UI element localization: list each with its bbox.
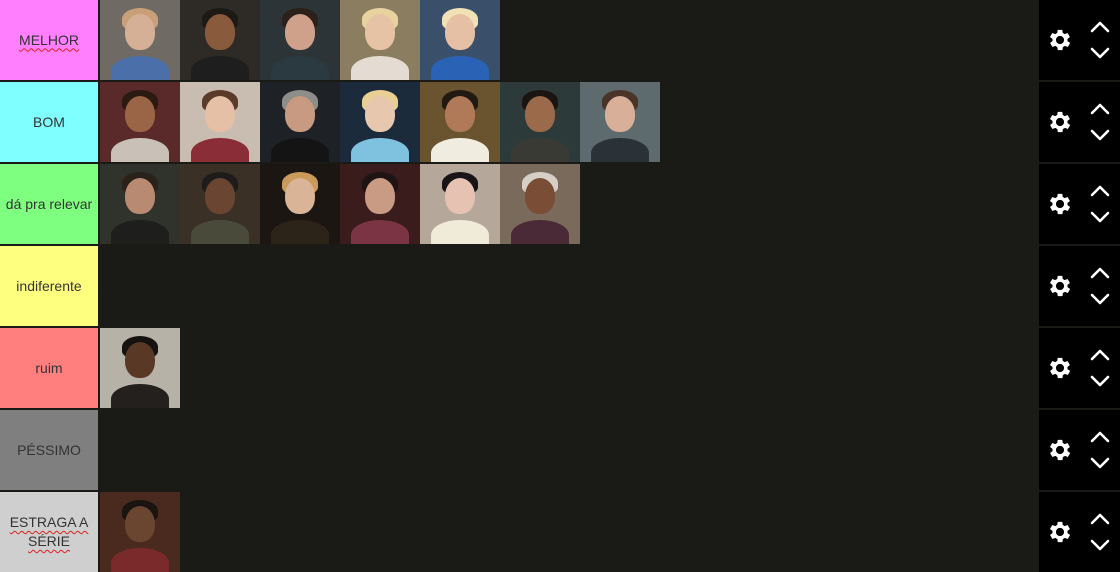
chevron-up-icon[interactable] <box>1088 102 1112 116</box>
chevron-down-icon[interactable] <box>1088 538 1112 552</box>
tier-label-text: indiferente <box>16 277 82 294</box>
character-3-image[interactable] <box>260 0 340 80</box>
chevron-down-icon[interactable] <box>1088 128 1112 142</box>
tier-controls <box>1040 164 1120 244</box>
tier-controls <box>1040 410 1120 490</box>
chevron-up-icon[interactable] <box>1088 348 1112 362</box>
tier-controls <box>1040 492 1120 572</box>
chevron-up-icon[interactable] <box>1088 430 1112 444</box>
gear-icon[interactable] <box>1040 164 1080 244</box>
chevron-up-icon[interactable] <box>1088 512 1112 526</box>
character-14-image[interactable] <box>180 164 260 244</box>
chevron-down-icon[interactable] <box>1088 374 1112 388</box>
chevron-down-icon[interactable] <box>1088 46 1112 60</box>
character-10-image[interactable] <box>420 82 500 162</box>
tier-label[interactable]: ruim <box>0 328 100 408</box>
character-15-image[interactable] <box>260 164 340 244</box>
tier-items[interactable] <box>100 82 1040 162</box>
gear-icon[interactable] <box>1040 492 1080 572</box>
tier-row: dá pra relevar <box>0 164 1120 244</box>
character-8-image[interactable] <box>260 82 340 162</box>
tier-items[interactable] <box>100 246 1040 326</box>
tier-label-text: ESTRAGA A SÉRIE <box>9 514 89 549</box>
chevron-down-icon[interactable] <box>1088 210 1112 224</box>
tier-row: BOM <box>0 82 1120 162</box>
tier-row: ESTRAGA A SÉRIE <box>0 492 1120 572</box>
tier-move-controls <box>1080 492 1120 572</box>
chevron-down-icon[interactable] <box>1088 456 1112 470</box>
character-11-image[interactable] <box>500 82 580 162</box>
character-18-image[interactable] <box>500 164 580 244</box>
tier-label-text: MELHOR <box>19 31 79 48</box>
tier-controls <box>1040 0 1120 80</box>
tier-move-controls <box>1080 82 1120 162</box>
tier-items[interactable] <box>100 328 1040 408</box>
tier-label-text: BOM <box>33 113 65 130</box>
character-2-image[interactable] <box>180 0 260 80</box>
tier-label[interactable]: BOM <box>0 82 100 162</box>
character-5-image[interactable] <box>420 0 500 80</box>
tier-items[interactable] <box>100 0 1040 80</box>
character-7-image[interactable] <box>180 82 260 162</box>
tier-items[interactable] <box>100 492 1040 572</box>
tier-label[interactable]: MELHOR <box>0 0 100 80</box>
character-13-image[interactable] <box>100 164 180 244</box>
tier-row: indiferente <box>0 246 1120 326</box>
chevron-up-icon[interactable] <box>1088 20 1112 34</box>
chevron-down-icon[interactable] <box>1088 292 1112 306</box>
tier-label-text: ruim <box>35 359 63 376</box>
chevron-up-icon[interactable] <box>1088 184 1112 198</box>
character-16-image[interactable] <box>340 164 420 244</box>
tier-label[interactable]: indiferente <box>0 246 100 326</box>
character-20-image[interactable] <box>100 492 180 572</box>
character-6-image[interactable] <box>100 82 180 162</box>
tier-label-text: dá pra relevar <box>5 195 93 212</box>
character-17-image[interactable] <box>420 164 500 244</box>
tier-move-controls <box>1080 164 1120 244</box>
character-19-image[interactable] <box>100 328 180 408</box>
character-1-image[interactable] <box>100 0 180 80</box>
tier-label[interactable]: dá pra relevar <box>0 164 100 244</box>
gear-icon[interactable] <box>1040 82 1080 162</box>
tier-controls <box>1040 328 1120 408</box>
tier-controls <box>1040 246 1120 326</box>
character-12-image[interactable] <box>580 82 660 162</box>
tier-controls <box>1040 82 1120 162</box>
character-4-image[interactable] <box>340 0 420 80</box>
tier-label[interactable]: ESTRAGA A SÉRIE <box>0 492 100 572</box>
tier-move-controls <box>1080 328 1120 408</box>
gear-icon[interactable] <box>1040 0 1080 80</box>
tier-move-controls <box>1080 410 1120 490</box>
tier-move-controls <box>1080 0 1120 80</box>
character-9-image[interactable] <box>340 82 420 162</box>
tier-row: ruim <box>0 328 1120 408</box>
tier-row: PÉSSIMO <box>0 410 1120 490</box>
gear-icon[interactable] <box>1040 328 1080 408</box>
tier-row: MELHOR <box>0 0 1120 80</box>
tier-move-controls <box>1080 246 1120 326</box>
tier-label[interactable]: PÉSSIMO <box>0 410 100 490</box>
tier-items[interactable] <box>100 410 1040 490</box>
gear-icon[interactable] <box>1040 246 1080 326</box>
tier-list: MELHOR BOM dá pra relevar indiferente ruim PÉ… <box>0 0 1120 572</box>
gear-icon[interactable] <box>1040 410 1080 490</box>
chevron-up-icon[interactable] <box>1088 266 1112 280</box>
tier-label-text: PÉSSIMO <box>17 441 81 458</box>
tier-items[interactable] <box>100 164 1040 244</box>
